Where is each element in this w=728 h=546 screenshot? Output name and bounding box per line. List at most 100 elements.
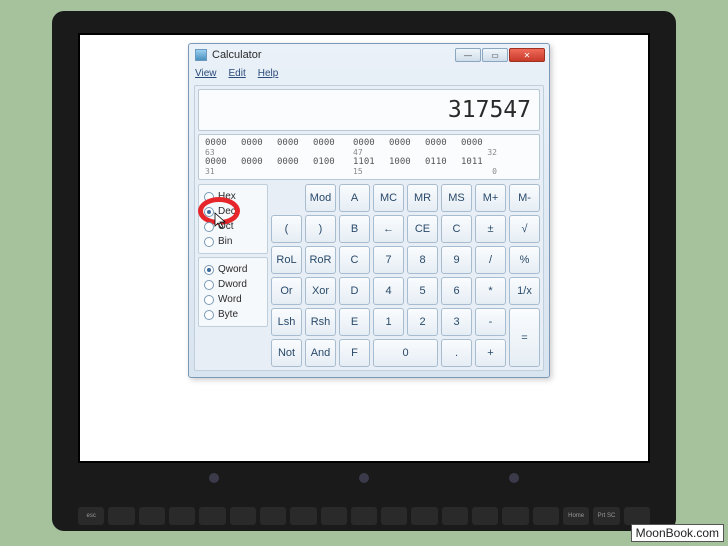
keyboard-key [472, 507, 498, 525]
main-area: Hex Dec [198, 184, 540, 367]
keyboard-key: esc [78, 507, 104, 525]
key-mminus[interactable]: M- [509, 184, 540, 212]
size-panel: Qword Dword Word [198, 257, 268, 327]
key-4[interactable]: 4 [373, 277, 404, 305]
laptop-screen: Calculator — ▭ ✕ View Edit Help 317547 0… [78, 33, 650, 463]
menubar: View Edit Help [189, 66, 549, 83]
radio-icon [204, 295, 214, 305]
keyboard-key [321, 507, 347, 525]
radio-icon [204, 222, 214, 232]
bit-row-1: 0000 0000 0000 0000 0000 0000 0000 0000 [205, 138, 533, 148]
key-equals[interactable]: = [509, 308, 540, 367]
key-sub[interactable]: - [475, 308, 506, 336]
key-rparen[interactable]: ) [305, 215, 336, 243]
radio-icon [204, 237, 214, 247]
laptop-hinge [209, 473, 519, 483]
key-2[interactable]: 2 [407, 308, 438, 336]
bit-label-1: 63 47 32 [205, 148, 533, 157]
key-hex-c[interactable]: C [339, 246, 370, 274]
key-3[interactable]: 3 [441, 308, 472, 336]
key-1[interactable]: 1 [373, 308, 404, 336]
key-hex-f[interactable]: F [339, 339, 370, 367]
keyboard-key [290, 507, 316, 525]
key-0[interactable]: 0 [373, 339, 438, 367]
maximize-button[interactable]: ▭ [482, 48, 508, 62]
menu-view[interactable]: View [195, 68, 217, 79]
key-b[interactable]: B [339, 215, 370, 243]
laptop-frame: Calculator — ▭ ✕ View Edit Help 317547 0… [52, 11, 676, 531]
radio-bin[interactable]: Bin [204, 234, 262, 249]
radio-qword[interactable]: Qword [204, 262, 262, 277]
key-or[interactable]: Or [271, 277, 302, 305]
key-6[interactable]: 6 [441, 277, 472, 305]
key-and[interactable]: And [305, 339, 336, 367]
radio-oct[interactable]: Oct [204, 219, 262, 234]
key-add[interactable]: + [475, 339, 506, 367]
keyboard-key [199, 507, 225, 525]
keypad: Mod A MC MR MS M+ M- ( ) B ← CE C [271, 184, 540, 367]
key-lsh[interactable]: Lsh [271, 308, 302, 336]
close-button[interactable]: ✕ [509, 48, 545, 62]
key-ms[interactable]: MS [441, 184, 472, 212]
keyboard-key [411, 507, 437, 525]
key-ror[interactable]: RoR [305, 246, 336, 274]
key-ce[interactable]: CE [407, 215, 438, 243]
keyboard-key [533, 507, 559, 525]
key-8[interactable]: 8 [407, 246, 438, 274]
key-lparen[interactable]: ( [271, 215, 302, 243]
left-panel: Hex Dec [198, 184, 268, 367]
menu-help[interactable]: Help [258, 68, 279, 79]
keyboard-key: Home [563, 507, 589, 525]
bit-label-2: 31 15 0 [205, 167, 533, 176]
menu-edit[interactable]: Edit [229, 68, 246, 79]
key-mod[interactable]: Mod [305, 184, 336, 212]
keyboard-key [230, 507, 256, 525]
key-xor[interactable]: Xor [305, 277, 336, 305]
key-mr[interactable]: MR [407, 184, 438, 212]
display: 317547 [198, 89, 540, 131]
keyboard-key [442, 507, 468, 525]
bit-row-2: 0000 0000 0000 0100 1101 1000 0110 1011 [205, 157, 533, 167]
keyboard-key [108, 507, 134, 525]
key-a[interactable]: A [339, 184, 370, 212]
minimize-button[interactable]: — [455, 48, 481, 62]
key-div[interactable]: / [475, 246, 506, 274]
key-recip[interactable]: 1/x [509, 277, 540, 305]
key-not[interactable]: Not [271, 339, 302, 367]
key-sqrt[interactable]: √ [509, 215, 540, 243]
keyboard-key [502, 507, 528, 525]
key-7[interactable]: 7 [373, 246, 404, 274]
key-rsh[interactable]: Rsh [305, 308, 336, 336]
keyboard-key [169, 507, 195, 525]
radio-dword[interactable]: Dword [204, 277, 262, 292]
window-controls: — ▭ ✕ [455, 48, 545, 62]
radio-icon [204, 192, 214, 202]
key-c[interactable]: C [441, 215, 472, 243]
radio-byte[interactable]: Byte [204, 307, 262, 322]
key-dot[interactable]: . [441, 339, 472, 367]
key-plusminus[interactable]: ± [475, 215, 506, 243]
key-mc[interactable]: MC [373, 184, 404, 212]
key-back[interactable]: ← [373, 215, 404, 243]
key-hex-d[interactable]: D [339, 277, 370, 305]
key-hex-e[interactable]: E [339, 308, 370, 336]
key-rol[interactable]: RoL [271, 246, 302, 274]
radio-icon [204, 265, 214, 275]
keyboard: escHomePrt SC [78, 507, 650, 525]
radio-icon [204, 310, 214, 320]
app-icon [195, 49, 207, 61]
key-mul[interactable]: * [475, 277, 506, 305]
key-9[interactable]: 9 [441, 246, 472, 274]
key-5[interactable]: 5 [407, 277, 438, 305]
radio-hex[interactable]: Hex [204, 189, 262, 204]
radio-icon [204, 207, 214, 217]
bit-display: 0000 0000 0000 0000 0000 0000 0000 0000 … [198, 134, 540, 180]
titlebar[interactable]: Calculator — ▭ ✕ [189, 44, 549, 66]
radio-word[interactable]: Word [204, 292, 262, 307]
key-pct[interactable]: % [509, 246, 540, 274]
keyboard-key [381, 507, 407, 525]
base-panel: Hex Dec [198, 184, 268, 254]
radio-dec[interactable]: Dec [204, 204, 262, 219]
key-mplus[interactable]: M+ [475, 184, 506, 212]
calculator-window: Calculator — ▭ ✕ View Edit Help 317547 0… [188, 43, 550, 378]
